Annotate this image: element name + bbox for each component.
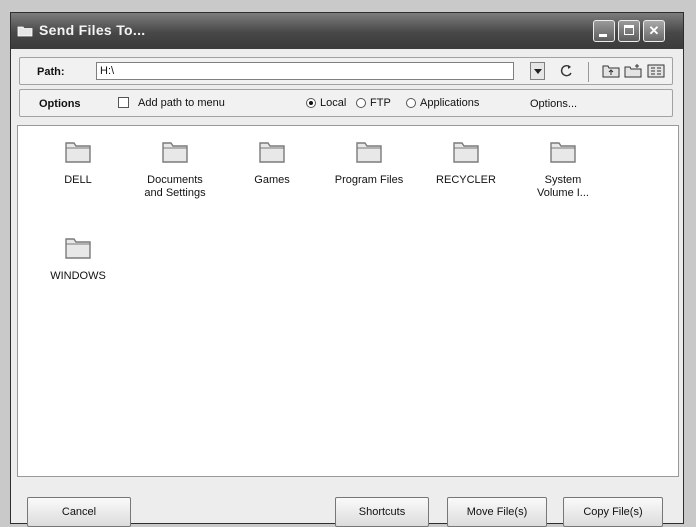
new-folder-icon[interactable] [624,64,642,78]
options-label: Options [39,98,81,110]
folder-item-program-files[interactable]: Program Files [329,138,409,187]
toolbar-separator [588,62,589,82]
maximize-button[interactable] [618,20,640,42]
radio-applications-label[interactable]: Applications [420,97,479,109]
radio-ftp-label[interactable]: FTP [370,97,391,109]
send-files-dialog: Send Files To... ✕ Path: Options Add pat… [10,12,684,527]
close-button[interactable]: ✕ [643,20,665,42]
folder-item-documents-and-settings[interactable]: Documents and Settings [135,138,215,200]
path-label: Path: [37,66,65,78]
minimize-button[interactable] [593,20,615,42]
folder-label: DELL [64,174,92,186]
copy-files-button[interactable]: Copy File(s) [563,497,663,527]
radio-applications[interactable] [406,98,416,108]
folder-item-recycler[interactable]: RECYCLER [426,138,506,187]
folder-icon [65,238,91,259]
folder-send-icon [17,26,33,37]
refresh-icon[interactable] [558,63,574,79]
folder-label: Documents and Settings [144,174,206,199]
radio-local-label[interactable]: Local [320,97,346,109]
add-path-checkbox[interactable] [118,97,129,108]
cancel-button[interactable]: Cancel [27,497,131,527]
title-bar[interactable]: Send Files To... ✕ [11,13,683,49]
folder-item-system-volume-information[interactable]: System Volume I... [523,138,603,200]
folder-list: DELL Documents and Settings Games Program… [17,125,679,477]
path-dropdown-button[interactable] [530,62,545,80]
window-title: Send Files To... [39,22,146,38]
minimize-icon [599,34,607,37]
folder-icon [356,142,382,163]
path-toolbar: Path: [19,57,673,85]
folder-icon [453,142,479,163]
folder-item-games[interactable]: Games [232,138,312,187]
options-menu-button[interactable]: Options... [530,98,577,110]
path-input[interactable] [96,62,514,80]
options-toolbar: Options Add path to menu Local FTP Appli… [19,89,673,117]
move-files-button[interactable]: Move File(s) [447,497,547,527]
folder-item-windows[interactable]: WINDOWS [38,234,118,283]
folder-label: Program Files [334,174,404,186]
folder-icon [259,142,285,163]
folder-icon [162,142,188,163]
close-icon: ✕ [648,23,660,38]
folder-label: WINDOWS [50,270,106,282]
folder-icon [550,142,576,163]
radio-ftp[interactable] [356,98,366,108]
view-menu-icon[interactable] [647,64,665,78]
add-path-label[interactable]: Add path to menu [138,97,225,109]
folder-label: System Volume I... [537,174,589,199]
maximize-icon [624,25,634,35]
folder-icon [65,142,91,163]
button-bar: Cancel Shortcuts Move File(s) Copy File(… [11,477,683,527]
folder-label: RECYCLER [436,174,496,186]
folder-item-dell[interactable]: DELL [38,138,118,187]
folder-label: Games [254,174,290,186]
shortcuts-button[interactable]: Shortcuts [335,497,429,527]
radio-local[interactable] [306,98,316,108]
up-folder-icon[interactable] [602,64,620,78]
